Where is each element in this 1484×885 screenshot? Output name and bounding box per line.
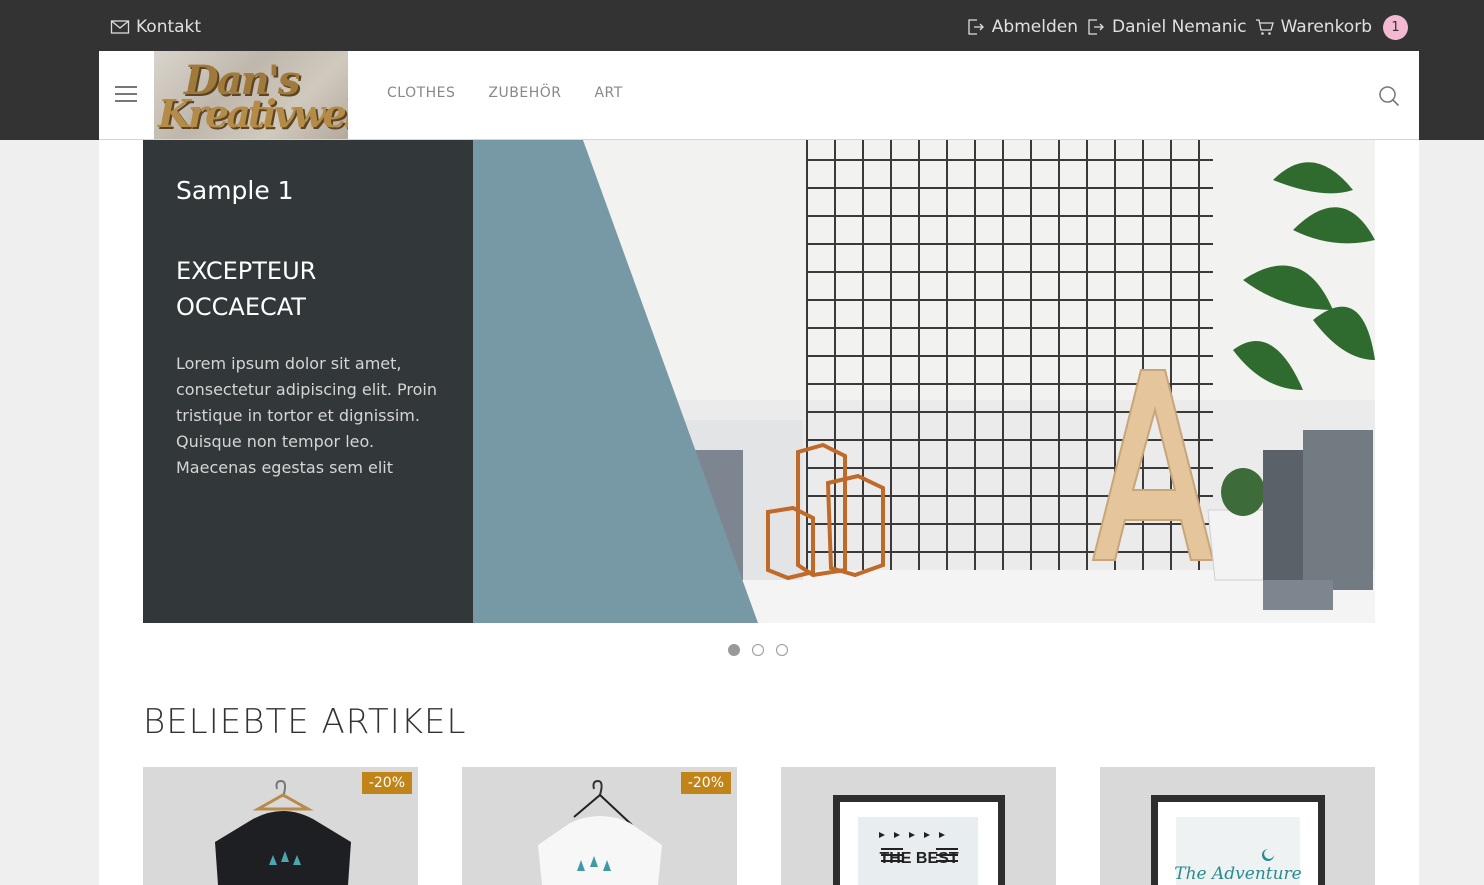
slide-title: Sample 1 xyxy=(176,176,294,205)
main-content: Sample 1 EXCEPTEUR OCCAECAT Lorem ipsum … xyxy=(99,140,1419,885)
cart-count-badge: 1 xyxy=(1383,14,1408,40)
cart-label: Warenkorb xyxy=(1280,17,1372,37)
contact-link[interactable]: Kontakt xyxy=(110,17,201,37)
frame-text: The Adventure xyxy=(1174,864,1302,884)
slider-dot-3[interactable] xyxy=(776,644,788,656)
product-image-frame-adventure: The Adventure xyxy=(1151,795,1325,885)
product-card[interactable]: THE BEST xyxy=(781,767,1056,885)
site-logo[interactable]: Dan's Kreativwelt xyxy=(154,51,348,139)
nav-link-clothes[interactable]: CLOTHES xyxy=(387,85,455,101)
slider-dot-1[interactable] xyxy=(728,644,740,656)
product-grid: -20% -20% THE BEST The Adventure xyxy=(143,767,1375,885)
user-login-icon xyxy=(1088,19,1104,35)
slide-image xyxy=(473,140,1375,623)
slider-dot-2[interactable] xyxy=(752,644,764,656)
discount-badge: -20% xyxy=(680,772,731,794)
discount-badge: -20% xyxy=(361,772,412,794)
product-image-frame-the-best: THE BEST xyxy=(833,795,1005,885)
product-card[interactable]: -20% xyxy=(462,767,737,885)
logout-link[interactable]: Abmelden xyxy=(966,17,1078,37)
nav-link-art[interactable]: ART xyxy=(594,85,622,101)
slider-pagination xyxy=(728,644,788,656)
main-navbar: Dan's Kreativwelt CLOTHES ZUBEHÖR ART xyxy=(99,51,1419,140)
nav-link-zubehoer[interactable]: ZUBEHÖR xyxy=(488,85,561,101)
slide-heading: EXCEPTEUR OCCAECAT xyxy=(176,257,317,321)
logout-label: Abmelden xyxy=(991,17,1078,37)
top-bar-left: Kontakt xyxy=(110,14,201,40)
cart-link[interactable]: Warenkorb 1 xyxy=(1255,14,1408,40)
product-card[interactable]: The Adventure xyxy=(1100,767,1375,885)
envelope-icon xyxy=(110,20,130,34)
hamburger-menu-icon[interactable] xyxy=(115,86,137,104)
slide-caption: Sample 1 EXCEPTEUR OCCAECAT Lorem ipsum … xyxy=(143,140,473,623)
account-link[interactable]: Daniel Nemanic xyxy=(1086,17,1247,37)
contact-label: Kontakt xyxy=(136,17,202,37)
top-bar-right: Abmelden Daniel Nemanic Warenkorb 1 xyxy=(958,14,1408,40)
frame-text: THE BEST xyxy=(879,850,958,867)
cart-icon xyxy=(1255,19,1274,35)
user-name: Daniel Nemanic xyxy=(1111,17,1247,37)
slide-text: Lorem ipsum dolor sit amet, consectetur … xyxy=(176,354,438,477)
logout-icon xyxy=(968,19,984,35)
popular-section-title: BELIEBTE ARTIKEL xyxy=(143,702,467,742)
hero-slider: Sample 1 EXCEPTEUR OCCAECAT Lorem ipsum … xyxy=(143,140,1375,623)
logo-text-line2: Kreativwelt xyxy=(158,91,348,136)
category-nav: CLOTHES ZUBEHÖR ART xyxy=(387,85,623,101)
product-card[interactable]: -20% xyxy=(143,767,418,885)
search-icon[interactable] xyxy=(1378,85,1400,107)
